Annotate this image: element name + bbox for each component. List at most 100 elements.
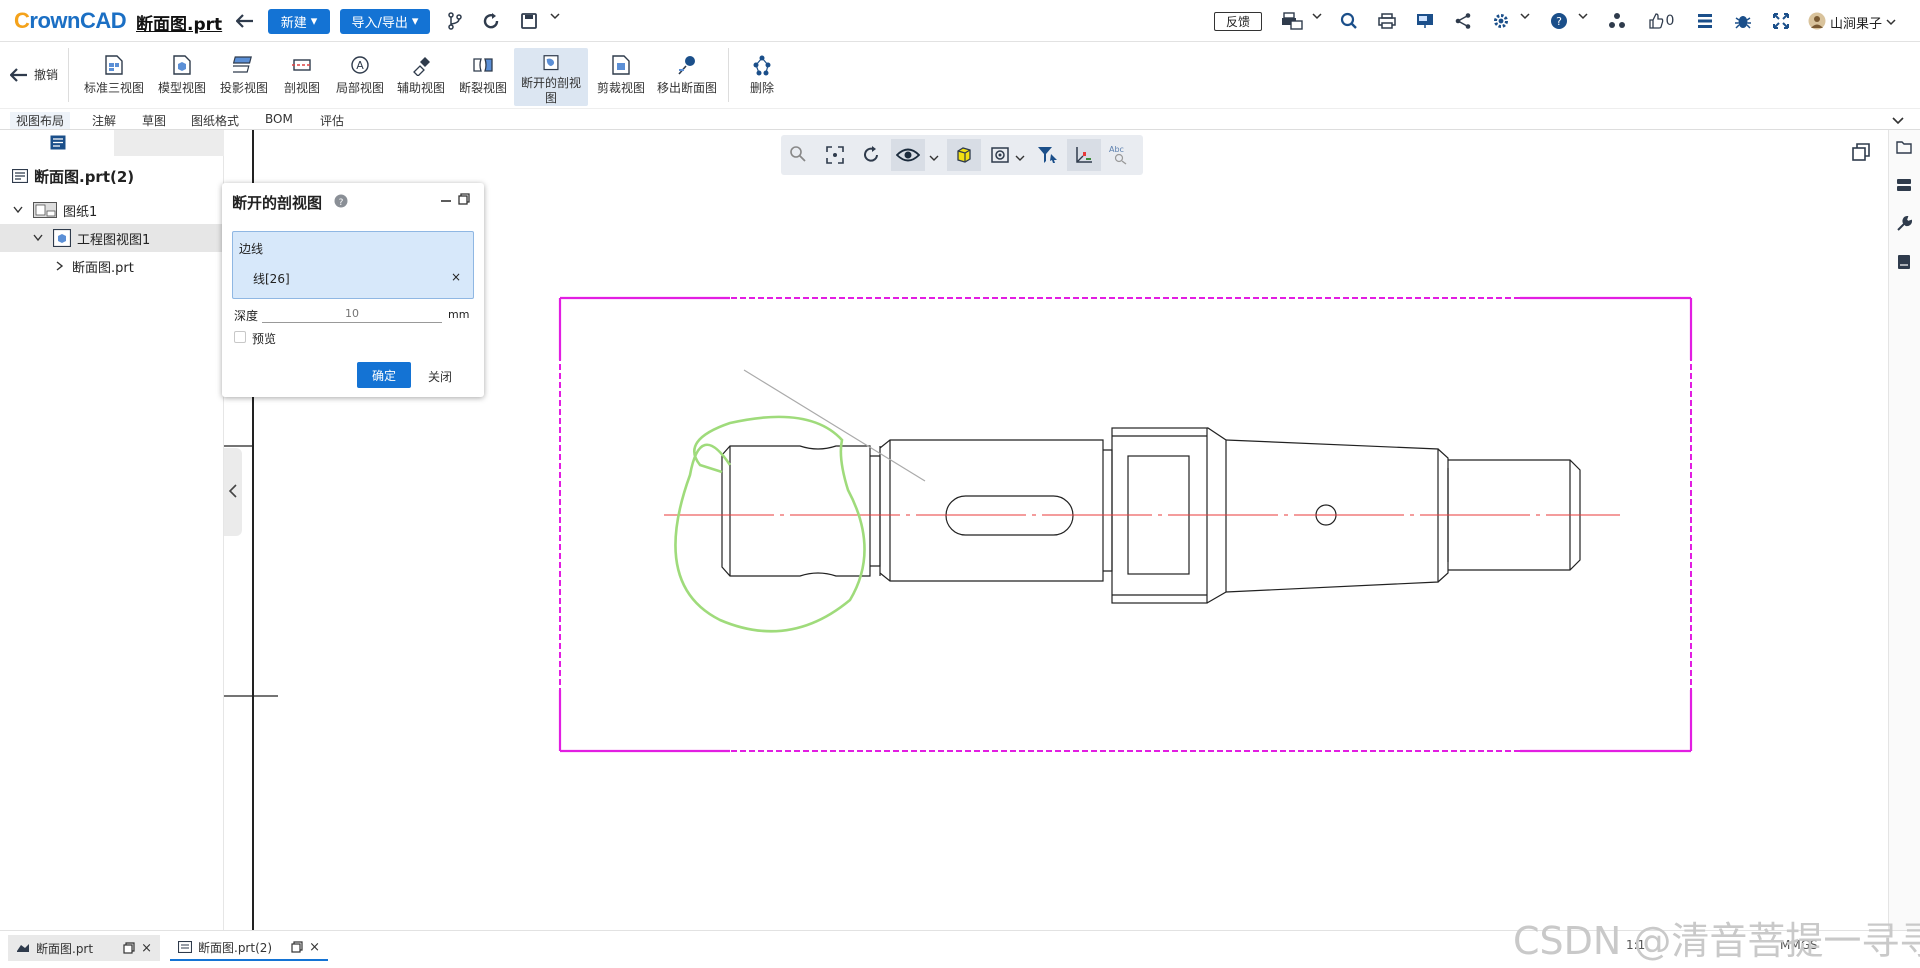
model-view-button[interactable]: 模型视图 [152,48,212,106]
top-bar: CrownCAD 断面图.prt 新建 ▾ 导入/导出 ▾ 反馈 ? 0 山涧果… [0,0,1920,42]
model-view-label: 模型视图 [157,81,206,95]
branch-icon[interactable] [444,10,466,32]
storage-icon[interactable] [1896,178,1912,195]
new-button[interactable]: 新建 ▾ [268,9,330,34]
svg-text:A: A [356,59,364,72]
save-icon[interactable] [518,10,540,32]
tab-sketch[interactable]: 草图 [142,112,166,129]
restore-icon[interactable] [123,942,135,954]
standard-views-button[interactable]: 标准三视图 [80,48,148,106]
like-button[interactable]: 0 [1644,10,1678,32]
shaded-cube-icon [957,147,971,163]
restore-view-icon[interactable] [1852,143,1870,164]
broken-view-button[interactable]: 断裂视图 [454,48,512,106]
minimize-icon[interactable] [440,193,452,210]
preview-checkbox[interactable] [234,331,246,343]
fullscreen-icon[interactable] [1770,10,1792,32]
svg-text:?: ? [339,198,344,208]
presentation-icon[interactable] [1414,10,1436,32]
close-tab-icon[interactable]: × [141,941,152,956]
broken-view-label: 断裂视图 [458,81,507,95]
tab-sheet-format[interactable]: 图纸格式 [191,112,239,129]
user-name: 山涧果子 [1830,17,1883,32]
delete-button[interactable]: 删除 [742,48,782,106]
right-tool-strip [1888,130,1920,930]
user-avatar[interactable] [1806,10,1828,32]
depth-input[interactable] [262,305,442,323]
print-icon[interactable] [1376,10,1398,32]
restore-icon[interactable] [458,193,470,208]
edge-selection-box[interactable]: 边线 线[26] × [232,231,474,299]
close-button[interactable]: 关闭 [428,368,452,385]
svg-text:Abc: Abc [1109,145,1124,154]
selection-filter-icon[interactable] [1037,145,1059,168]
back-arrow-icon[interactable] [234,10,256,32]
remove-selection-icon[interactable]: × [451,270,461,284]
doc-tab-drawing[interactable]: 断面图.prt(2) × [170,935,328,961]
detail-view-button[interactable]: A 局部视图 [330,48,390,106]
crop-view-label: 剪裁视图 [596,81,645,95]
dialog-title: 断开的剖视图 [232,192,322,213]
visibility-button[interactable] [891,139,925,171]
tab-view-layout[interactable]: 视图布局 [10,112,71,129]
broken-out-section-button[interactable]: 断开的剖视图 [514,48,588,106]
print-setup-icon[interactable] [1278,10,1306,32]
watermark-text: CSDN @清音菩提一寻寻 [1513,919,1920,963]
save-chevron-icon[interactable] [550,12,560,23]
tab-bom[interactable]: BOM [265,112,293,126]
feedback-button[interactable]: 反馈 [1214,12,1262,31]
zoom-fit-icon[interactable] [825,145,845,168]
crop-view-button[interactable]: 剪裁视图 [592,48,650,106]
list-icon[interactable] [1694,10,1716,32]
ok-button[interactable]: 确定 [357,362,411,388]
selected-edge-item[interactable]: 线[26] [253,270,290,287]
standard-views-label: 标准三视图 [83,81,144,95]
search-icon[interactable] [1338,10,1360,32]
new-button-label: 新建 [280,16,307,31]
chevron-down-icon[interactable] [1520,12,1530,23]
wrench-icon[interactable] [1896,215,1912,235]
chevron-down-icon: ▾ [411,14,419,29]
folder-icon[interactable] [1896,140,1912,157]
help-icon[interactable]: ? [334,194,348,211]
collapse-ribbon-icon[interactable] [1892,114,1904,128]
file-name[interactable]: 断面图.prt [136,10,222,35]
help-icon[interactable]: ? [1548,10,1570,32]
rotate-view-icon[interactable] [861,145,881,168]
chevron-down-icon[interactable] [1578,12,1588,23]
book-icon[interactable] [1897,254,1911,273]
import-export-button[interactable]: 导入/导出 ▾ [340,9,430,34]
part-icon [17,944,29,952]
crowncad-logo[interactable]: CrownCAD [14,8,127,34]
broken-view-icon [473,58,493,72]
bug-icon[interactable] [1732,10,1754,32]
section-display-icon[interactable] [991,145,1013,168]
close-tab-icon[interactable]: × [309,940,320,955]
panel-collapse-handle[interactable] [224,448,242,536]
undo-button[interactable]: 撤销 [10,66,58,83]
restore-icon[interactable] [291,941,303,953]
chevron-down-icon[interactable] [1015,151,1025,165]
section-view-button[interactable]: 剖视图 [276,48,328,106]
auxiliary-view-button[interactable]: 辅助视图 [392,48,450,106]
removed-section-button[interactable]: 移出断面图 [654,48,720,106]
chevron-down-icon[interactable] [1312,12,1322,23]
axis-display-button[interactable] [1067,139,1101,171]
projected-view-label: 投影视图 [219,81,268,95]
tab-evaluate[interactable]: 评估 [320,112,344,129]
display-style-button[interactable] [947,139,981,171]
chevron-left-icon [228,484,237,498]
refresh-icon[interactable] [480,10,502,32]
tab-annotation[interactable]: 注解 [92,112,116,129]
chevron-down-icon[interactable] [929,151,939,165]
zoom-area-icon[interactable] [789,145,807,166]
share-icon[interactable] [1452,10,1474,32]
community-icon[interactable] [1606,10,1628,32]
closed-spline-sketch[interactable] [674,415,866,633]
doc-tab-part[interactable]: 断面图.prt × [8,935,160,961]
chevron-down-icon: ▾ [310,14,318,29]
settings-gear-icon[interactable] [1490,10,1512,32]
text-display-icon[interactable]: Abc [1107,143,1129,168]
user-menu[interactable]: 山涧果子 [1830,13,1896,32]
projected-view-button[interactable]: 投影视图 [214,48,274,106]
